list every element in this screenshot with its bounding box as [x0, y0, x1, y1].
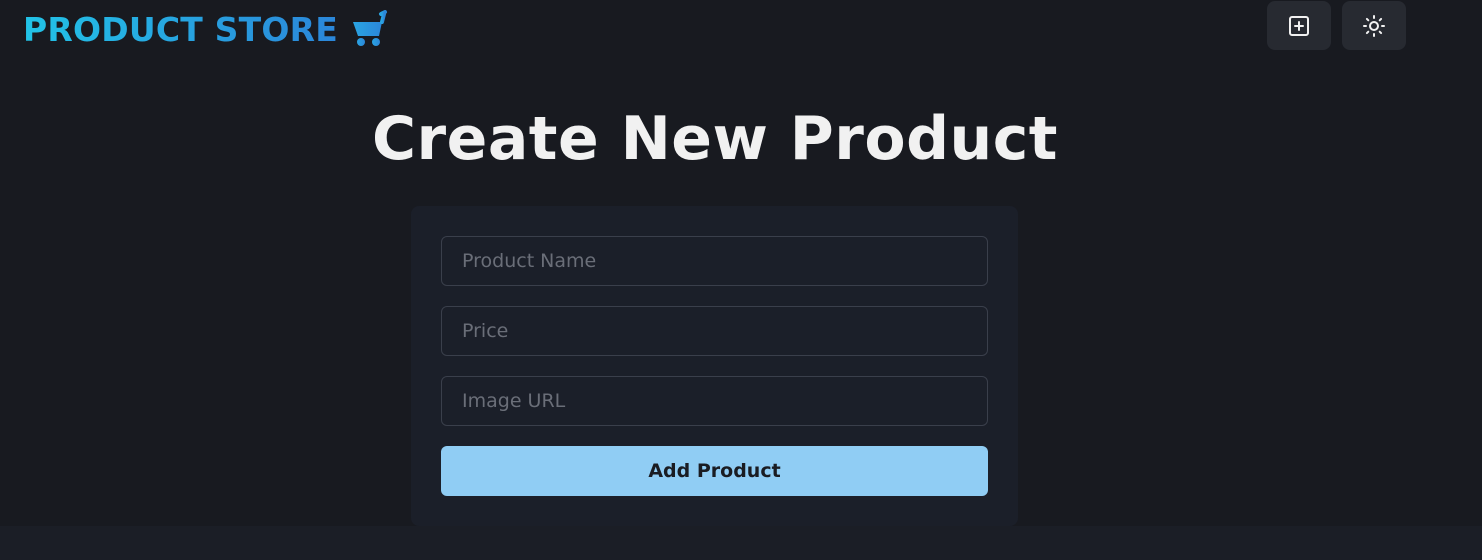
create-product-button[interactable] — [1267, 1, 1331, 50]
shopping-cart-icon — [350, 10, 390, 48]
bottom-strip — [0, 526, 1482, 560]
add-product-button[interactable]: Add Product — [441, 446, 988, 496]
page: PRODUCT STORE Create New Product Product… — [0, 0, 1482, 526]
product-name-input[interactable] — [441, 236, 988, 286]
create-product-form: Add Product — [411, 206, 1018, 526]
price-input[interactable] — [441, 306, 988, 356]
brand-title: PRODUCT STORE — [23, 9, 338, 49]
image-url-input[interactable] — [441, 376, 988, 426]
brand-link[interactable]: PRODUCT STORE — [23, 6, 390, 52]
plus-square-icon — [1287, 14, 1311, 38]
sun-icon — [1362, 14, 1386, 38]
page-title: Create New Product — [372, 104, 1058, 175]
theme-toggle-button[interactable] — [1342, 1, 1406, 50]
